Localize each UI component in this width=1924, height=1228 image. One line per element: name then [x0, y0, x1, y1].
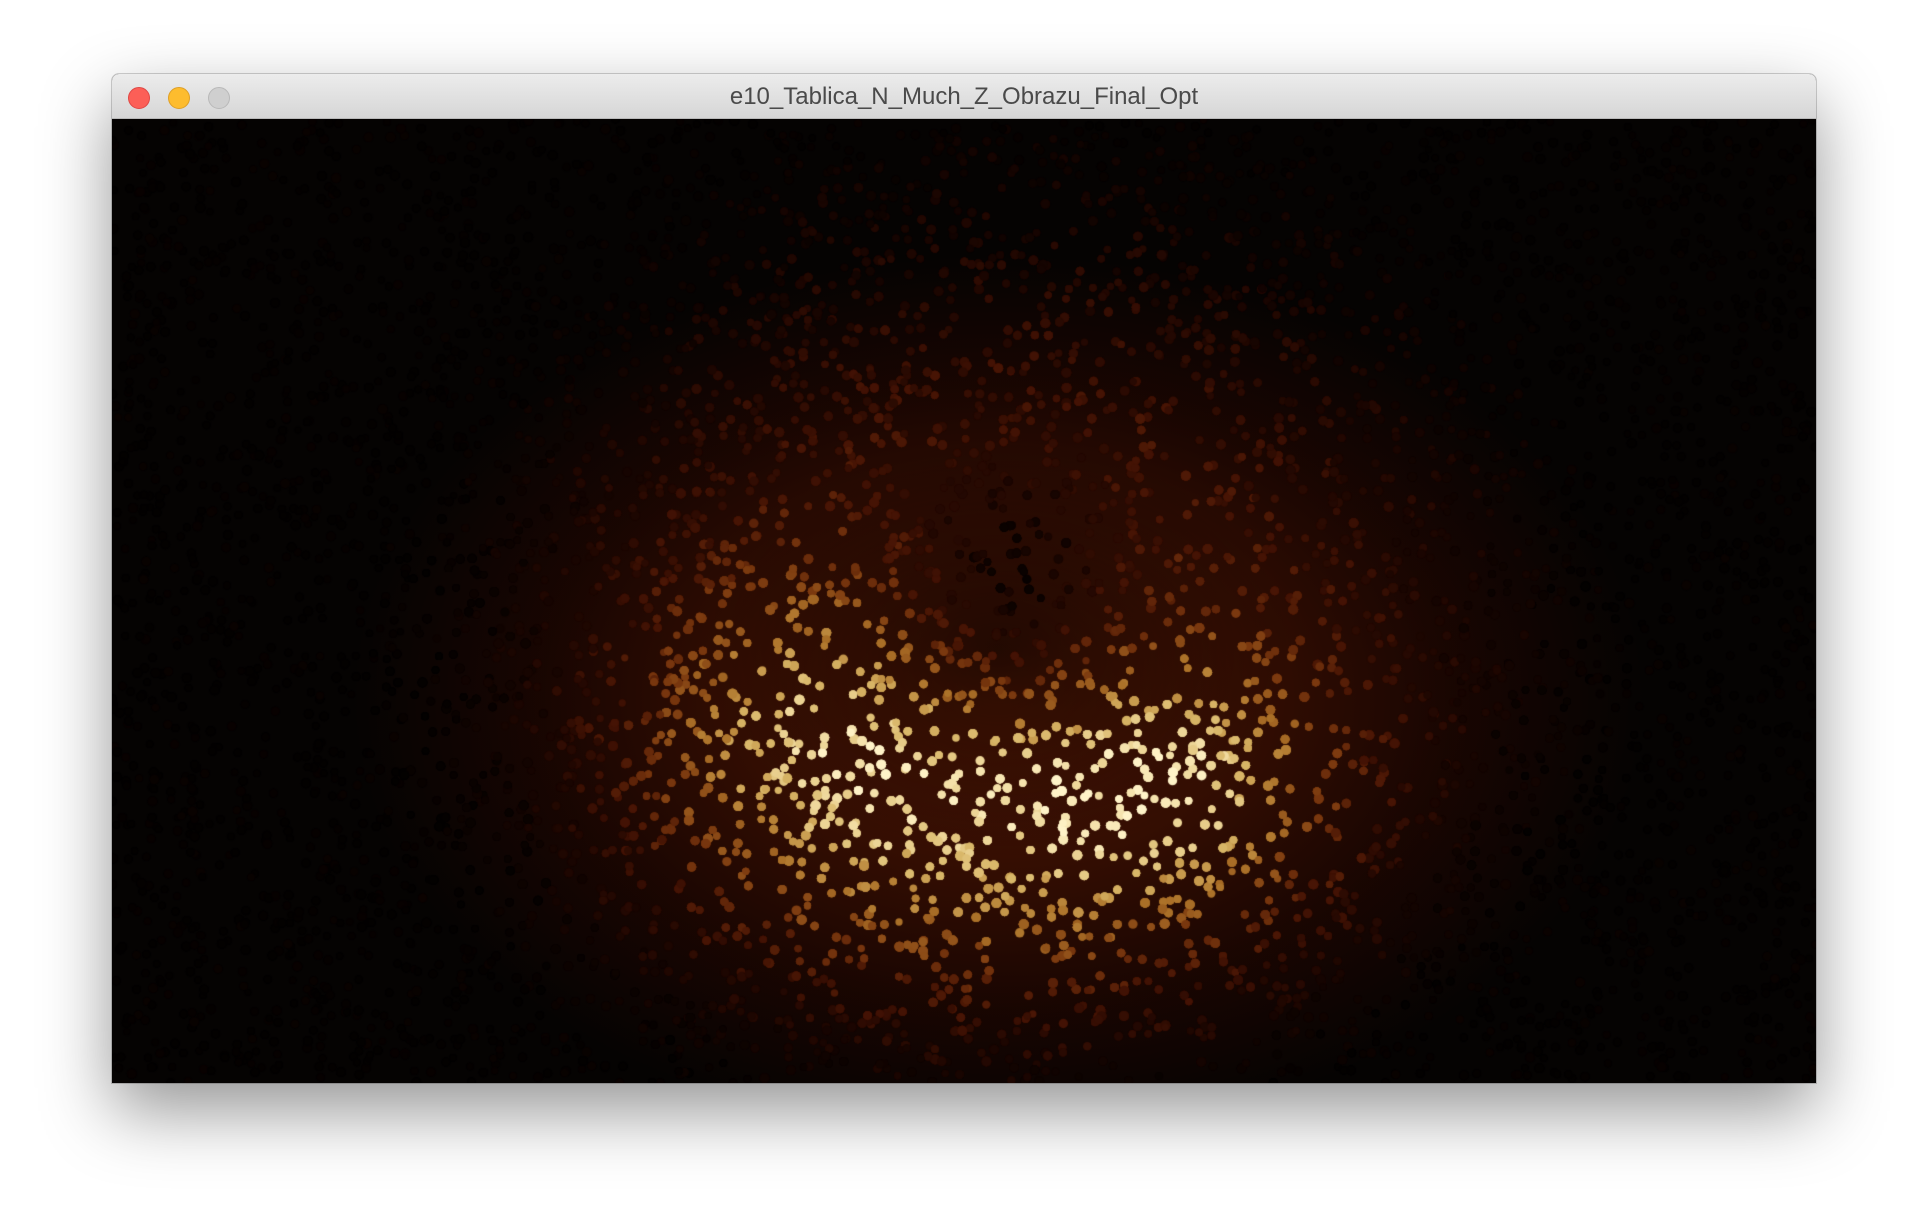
window-title: e10_Tablica_N_Much_Z_Obrazu_Final_Opt	[729, 83, 1199, 110]
desktop: e10_Tablica_N_Much_Z_Obrazu_Final_Opt	[0, 0, 1924, 1228]
app-window: e10_Tablica_N_Much_Z_Obrazu_Final_Opt	[112, 74, 1816, 1083]
particle-canvas[interactable]	[112, 119, 1816, 1083]
sketch-canvas-area[interactable]	[112, 119, 1816, 1083]
title-bar[interactable]: e10_Tablica_N_Much_Z_Obrazu_Final_Opt	[112, 74, 1816, 119]
